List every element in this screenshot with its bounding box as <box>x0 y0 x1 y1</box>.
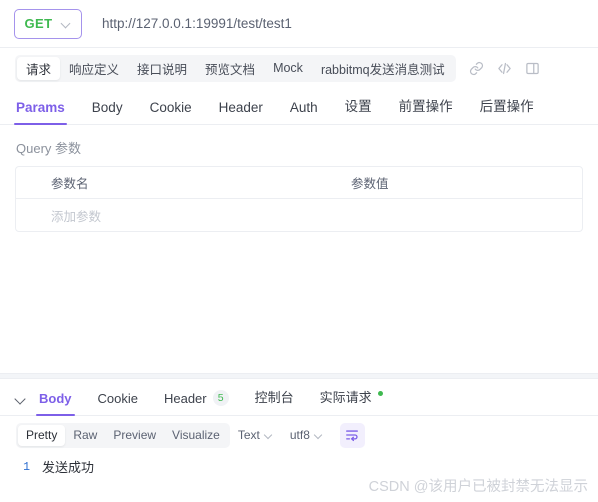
encoding-select[interactable]: utf8 <box>290 428 324 442</box>
tab-params[interactable]: Params <box>14 100 67 125</box>
tab-auth[interactable]: Auth <box>290 100 318 124</box>
view-mode-pretty[interactable]: Pretty <box>18 424 66 446</box>
tab-settings[interactable]: 设置 <box>345 95 372 124</box>
response-body-content[interactable]: 1 发送成功 <box>14 458 584 502</box>
format-select[interactable]: Text <box>238 428 274 442</box>
response-tab-row: Body Cookie Header 5 控制台 实际请求 <box>0 379 598 416</box>
status-dot-icon <box>377 390 383 396</box>
wrap-text-icon <box>346 430 359 442</box>
link-icon[interactable] <box>469 61 484 76</box>
response-tab-cookie[interactable]: Cookie <box>98 391 138 415</box>
table-row[interactable]: 添加参数 <box>16 199 582 231</box>
request-url-bar: GET http://127.0.0.1:19991/test/test1 <box>0 0 598 48</box>
query-params-table: 参数名 参数值 添加参数 <box>15 166 583 232</box>
view-mode-raw[interactable]: Raw <box>65 425 105 446</box>
view-mode-visualize[interactable]: Visualize <box>164 425 228 446</box>
http-method-label: GET <box>24 16 53 31</box>
wrap-text-button[interactable] <box>339 422 365 448</box>
top-tab-icon-group <box>469 61 540 76</box>
chevron-down-icon[interactable] <box>12 390 30 408</box>
code-icon[interactable] <box>497 61 512 76</box>
view-mode-preview[interactable]: Preview <box>105 425 164 446</box>
response-tab-cookie-label: Cookie <box>97 391 138 406</box>
tab-cookie[interactable]: Cookie <box>150 100 192 124</box>
code-line: 1 发送成功 <box>14 458 584 478</box>
response-body-toolbar: Pretty Raw Preview Visualize Text utf8 <box>0 416 598 454</box>
api-client-window: GET http://127.0.0.1:19991/test/test1 请求… <box>0 0 598 502</box>
url-input[interactable]: http://127.0.0.1:19991/test/test1 <box>102 16 292 31</box>
top-tab-api-desc[interactable]: 接口说明 <box>128 57 196 80</box>
top-tab-mock[interactable]: Mock <box>264 57 312 80</box>
chevron-down-icon <box>62 19 71 28</box>
response-tab-console[interactable]: 控制台 <box>255 387 294 415</box>
chevron-down-icon <box>315 431 324 440</box>
top-tab-preview-doc[interactable]: 预览文档 <box>196 57 264 80</box>
param-name-input[interactable]: 添加参数 <box>16 206 351 225</box>
response-tab-actual-request[interactable]: 实际请求 <box>320 387 383 415</box>
top-tab-rabbitmq-test[interactable]: rabbitmq发送消息测试 <box>312 57 454 80</box>
response-tab-body-label: Body <box>39 391 72 406</box>
top-tab-segment-group: 请求 响应定义 接口说明 预览文档 Mock rabbitmq发送消息测试 <box>15 54 456 82</box>
view-mode-group: Pretty Raw Preview Visualize <box>16 422 230 448</box>
response-tab-actual-request-label: 实际请求 <box>319 390 372 405</box>
line-number: 1 <box>23 461 30 474</box>
top-tab-response-def[interactable]: 响应定义 <box>60 57 128 80</box>
response-tab-console-label: 控制台 <box>254 390 294 405</box>
http-method-selector[interactable]: GET <box>14 8 82 39</box>
tab-header[interactable]: Header <box>219 100 263 124</box>
panel-layout-icon[interactable] <box>525 61 540 76</box>
format-select-value: Text <box>237 428 260 442</box>
table-header-row: 参数名 参数值 <box>16 167 582 199</box>
response-tab-header[interactable]: Header 5 <box>164 390 229 415</box>
column-header-param-name: 参数名 <box>51 177 89 191</box>
column-header-param-value: 参数值 <box>351 177 389 191</box>
tab-body[interactable]: Body <box>92 100 123 124</box>
tab-post-operation[interactable]: 后置操作 <box>480 95 534 124</box>
chevron-down-icon <box>265 431 274 440</box>
response-tab-body[interactable]: Body <box>36 391 74 416</box>
tab-pre-operation[interactable]: 前置操作 <box>399 95 453 124</box>
top-tab-request[interactable]: 请求 <box>17 56 61 80</box>
line-text: 发送成功 <box>42 460 95 475</box>
header-count-badge: 5 <box>212 390 229 406</box>
response-tab-header-label: Header <box>163 390 207 406</box>
query-params-title: Query 参数 <box>16 141 82 156</box>
request-sub-tab-row: Params Body Cookie Header Auth 设置 前置操作 后… <box>0 88 598 125</box>
encoding-select-value: utf8 <box>289 428 310 442</box>
top-tab-row: 请求 响应定义 接口说明 预览文档 Mock rabbitmq发送消息测试 <box>0 48 598 88</box>
